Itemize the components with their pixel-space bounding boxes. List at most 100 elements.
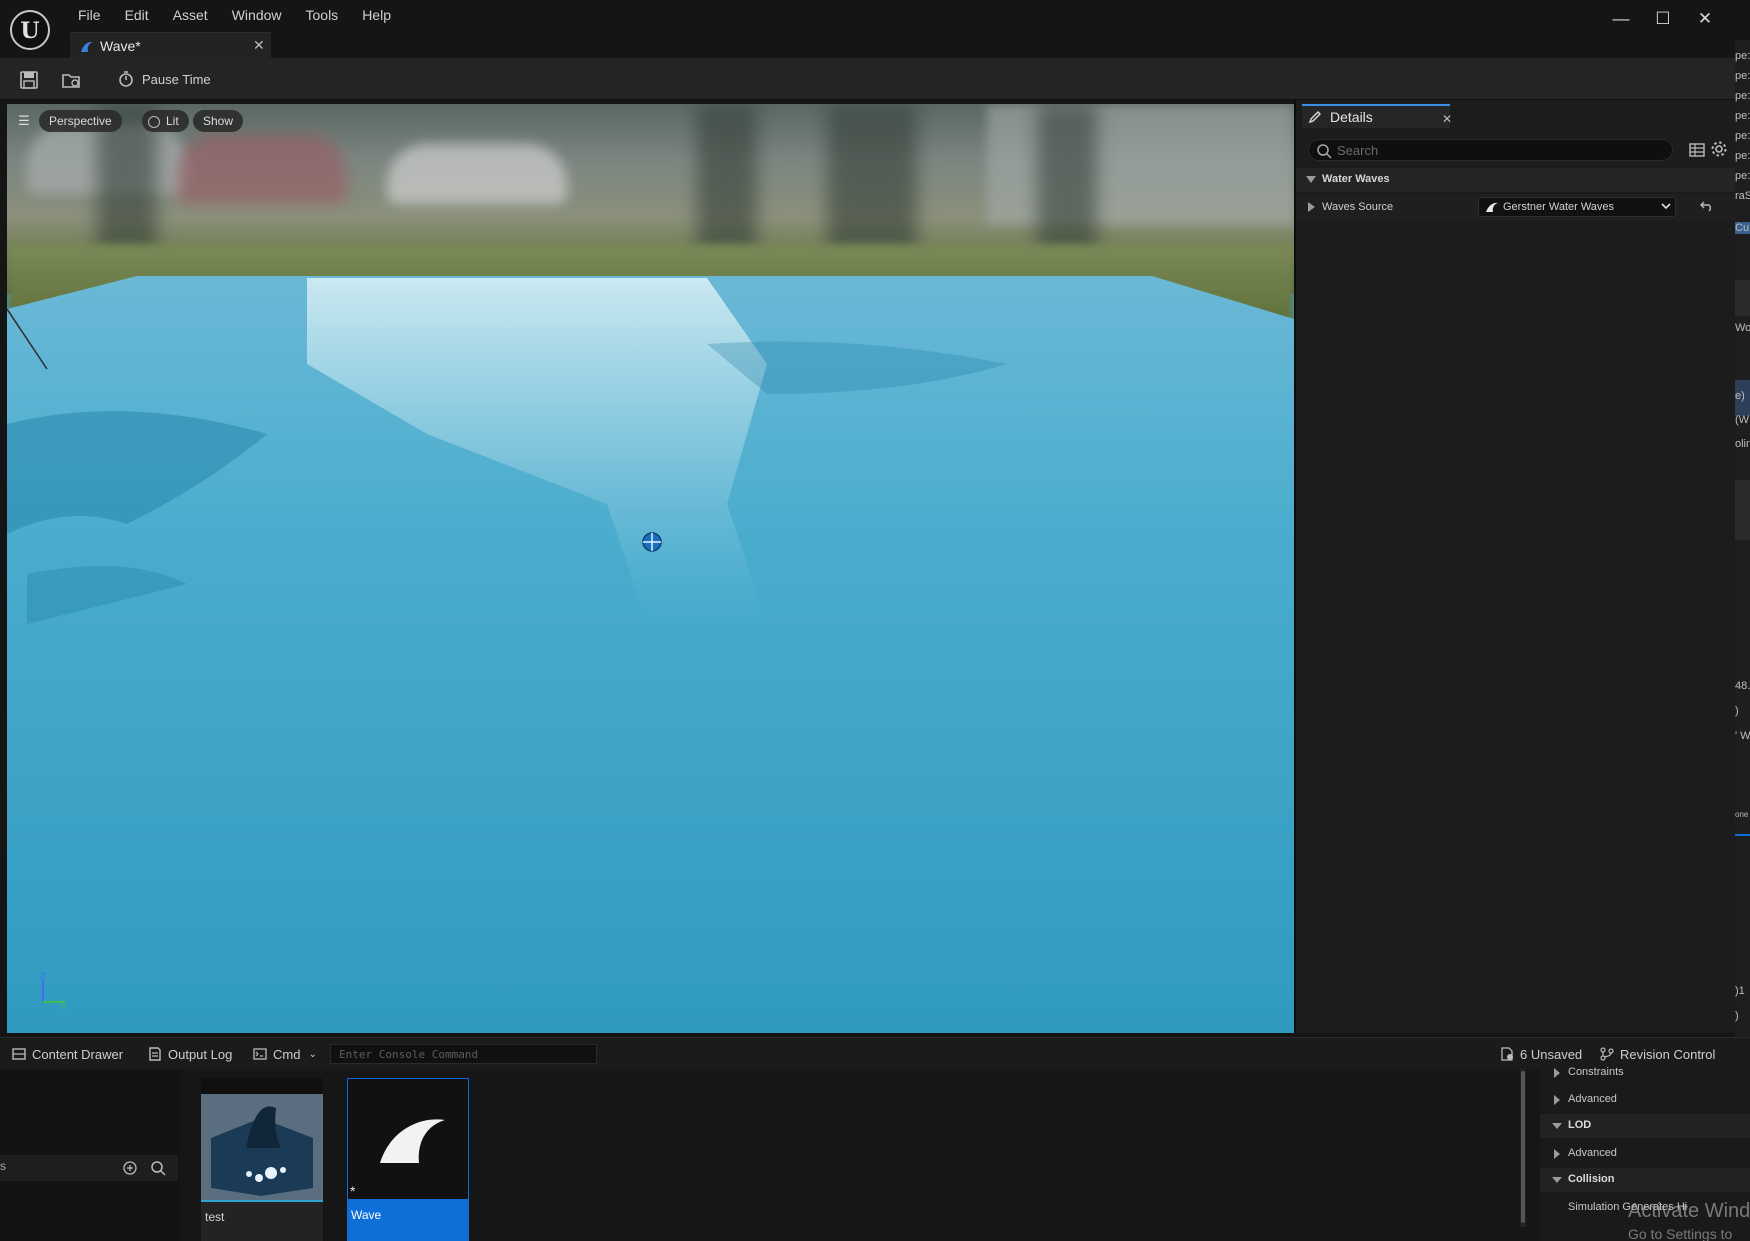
expand-arrow-icon bbox=[1554, 1095, 1560, 1105]
maximize-icon[interactable]: ☐ bbox=[1642, 6, 1684, 32]
details-tab[interactable]: Details ✕ bbox=[1302, 104, 1452, 128]
asset-name: test bbox=[205, 1210, 225, 1224]
content-drawer-button[interactable]: Content Drawer bbox=[12, 1045, 123, 1063]
output-log-button[interactable]: Output Log bbox=[148, 1045, 232, 1063]
drawer-sources-panel: s bbox=[0, 1069, 180, 1241]
browse-folder-icon[interactable] bbox=[61, 70, 81, 90]
clipped-text: pe: bbox=[1735, 70, 1750, 82]
windows-activation-subtext: Go to Settings to bbox=[1628, 1226, 1733, 1241]
category-water-waves[interactable]: Water Waves bbox=[1296, 168, 1737, 192]
clipped-text: Wo bbox=[1735, 322, 1750, 334]
clipped-text: ) bbox=[1735, 1010, 1739, 1022]
axis-gizmo-icon: Y Z bbox=[40, 972, 67, 1012]
asset-name: Wave bbox=[351, 1208, 382, 1222]
dropdown-value: Gerstner Water Waves bbox=[1503, 201, 1615, 213]
cmd-dropdown[interactable]: Cmd ⌄ bbox=[253, 1045, 317, 1063]
console-command-input[interactable] bbox=[330, 1044, 597, 1064]
windows-activation-watermark: Activate Wind bbox=[1628, 1200, 1750, 1222]
collapse-arrow-icon bbox=[1552, 1177, 1562, 1183]
unreal-logo-icon[interactable]: U bbox=[10, 10, 50, 50]
asset-name-area: Wave bbox=[347, 1200, 469, 1241]
scrollbar-thumb[interactable] bbox=[1521, 1071, 1525, 1223]
clipped-text: Cu bbox=[1735, 222, 1750, 234]
svg-text:Z: Z bbox=[40, 972, 46, 981]
prop-label: LOD bbox=[1568, 1119, 1592, 1131]
content-drawer-label: Content Drawer bbox=[32, 1046, 124, 1062]
water-surface bbox=[7, 276, 1294, 1033]
clipped-text: 48. bbox=[1735, 680, 1750, 692]
perspective-button[interactable]: Perspective bbox=[39, 110, 122, 132]
table-view-icon[interactable] bbox=[1689, 142, 1705, 158]
collapse-arrow-icon[interactable] bbox=[1308, 202, 1315, 212]
menu-bar: File Edit Asset Window Tools Help bbox=[66, 5, 403, 25]
gear-icon[interactable] bbox=[1710, 140, 1728, 158]
clipped-text: e) bbox=[1735, 390, 1745, 402]
clipped-text: pe: bbox=[1735, 170, 1750, 182]
prop-label: Collision bbox=[1568, 1173, 1615, 1185]
asset-tile-wave[interactable]: * Wave bbox=[347, 1078, 469, 1241]
cmd-label: Cmd bbox=[273, 1046, 301, 1062]
clipped-text: pe: bbox=[1735, 150, 1750, 162]
svg-text:*: * bbox=[350, 1183, 356, 1199]
chevron-down-icon bbox=[1661, 203, 1671, 210]
clipped-text: ' W bbox=[1735, 730, 1750, 742]
prop-advanced[interactable]: Advanced bbox=[1540, 1142, 1750, 1166]
search-icon[interactable] bbox=[150, 1160, 166, 1176]
prop-constraints[interactable]: Constraints bbox=[1540, 1061, 1750, 1085]
clipped-text: raS bbox=[1735, 190, 1750, 202]
stopwatch-icon bbox=[119, 71, 133, 87]
pause-time-button[interactable]: Pause Time bbox=[118, 68, 211, 90]
pivot-sphere-icon[interactable] bbox=[641, 531, 663, 553]
reset-arrow-icon[interactable] bbox=[1700, 200, 1714, 212]
menu-help[interactable]: Help bbox=[350, 5, 403, 25]
light-icon bbox=[148, 116, 160, 128]
save-icon[interactable] bbox=[19, 70, 39, 90]
prop-label: Advanced bbox=[1568, 1093, 1617, 1105]
menu-asset[interactable]: Asset bbox=[161, 5, 220, 25]
expand-arrow-icon bbox=[1306, 176, 1316, 183]
category-label: Water Waves bbox=[1322, 173, 1390, 185]
details-search bbox=[1308, 139, 1673, 161]
content-drawer: s test * Wave Constraints Advanced LOD A… bbox=[0, 1066, 1750, 1241]
lit-label: Lit bbox=[166, 114, 179, 128]
viewport-menu-icon[interactable]: ☰ bbox=[13, 110, 35, 132]
close-tab-icon[interactable]: ✕ bbox=[253, 37, 265, 54]
clipped-text: pe: bbox=[1735, 90, 1750, 102]
waves-source-dropdown[interactable]: Gerstner Water Waves bbox=[1478, 197, 1676, 217]
drawer-icon bbox=[12, 1048, 26, 1060]
menu-tools[interactable]: Tools bbox=[294, 5, 351, 25]
clipped-text: )1 bbox=[1735, 985, 1745, 997]
add-filter-icon[interactable] bbox=[122, 1160, 138, 1176]
prop-advanced[interactable]: Advanced bbox=[1540, 1088, 1750, 1112]
pencil-icon bbox=[1308, 111, 1321, 124]
search-input[interactable] bbox=[1337, 141, 1657, 159]
prop-label: Advanced bbox=[1568, 1147, 1617, 1159]
expand-arrow-icon bbox=[1554, 1068, 1560, 1078]
asset-toolbar: Pause Time bbox=[0, 58, 1750, 100]
category-collision[interactable]: Collision bbox=[1540, 1168, 1750, 1192]
document-tab[interactable]: Wave* ✕ bbox=[70, 32, 271, 58]
filter-search[interactable]: s bbox=[0, 1155, 178, 1181]
clipped-text: ) bbox=[1735, 705, 1739, 717]
menu-edit[interactable]: Edit bbox=[113, 5, 161, 25]
wave-asset-icon bbox=[81, 41, 93, 52]
menu-file[interactable]: File bbox=[66, 5, 113, 25]
menu-window[interactable]: Window bbox=[220, 5, 294, 25]
asset-tile-test[interactable]: test bbox=[201, 1078, 323, 1241]
asset-thumbnail: * bbox=[347, 1078, 469, 1200]
document-tab-label: Wave* bbox=[100, 38, 141, 54]
branch-icon bbox=[1600, 1047, 1614, 1061]
close-window-icon[interactable]: ✕ bbox=[1684, 6, 1726, 32]
show-button[interactable]: Show bbox=[193, 110, 244, 132]
category-lod[interactable]: LOD bbox=[1540, 1114, 1750, 1138]
search-icon bbox=[1317, 144, 1332, 159]
property-label: Waves Source bbox=[1322, 201, 1394, 213]
prop-label: Constraints bbox=[1568, 1066, 1624, 1078]
minimize-icon[interactable]: — bbox=[1600, 6, 1642, 32]
close-details-icon[interactable]: ✕ bbox=[1442, 112, 1452, 126]
clipped-text: pe: bbox=[1735, 50, 1750, 62]
title-bar: U File Edit Asset Window Tools Help Wave… bbox=[0, 0, 1750, 58]
revision-control-label: Revision Control bbox=[1620, 1046, 1716, 1062]
clipped-block bbox=[1735, 280, 1750, 316]
preview-viewport[interactable]: ☰ Perspective Lit Show Y Z bbox=[7, 104, 1294, 1033]
